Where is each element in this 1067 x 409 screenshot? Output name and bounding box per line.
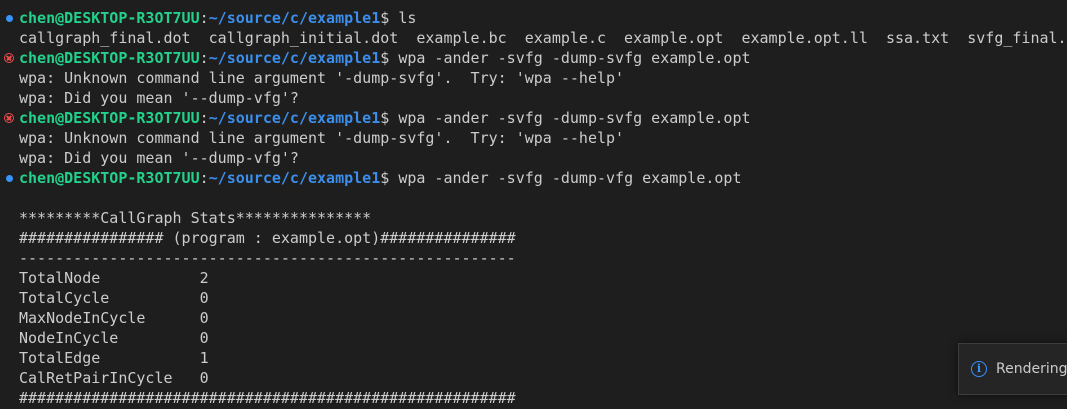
prompt-symbol: $ <box>380 109 399 127</box>
prompt-separator: : <box>199 49 209 67</box>
output-line: NodeInCycle 0 <box>19 329 209 347</box>
output-line: wpa: Unknown command line argument '-dum… <box>19 69 625 87</box>
error-circle-icon <box>4 113 14 123</box>
output-line: *********CallGraph Stats*************** <box>19 209 372 227</box>
prompt-line: chen@DESKTOP-R3OT7UU:~/source/c/example1… <box>0 168 1067 188</box>
output-line: TotalNode 2 <box>19 269 209 287</box>
output-line: wpa: Did you mean '--dump-vfg'? <box>19 89 299 107</box>
terminal-output[interactable]: chen@DESKTOP-R3OT7UU:~/source/c/example1… <box>0 8 1067 408</box>
command-failed-decoration[interactable] <box>3 108 15 128</box>
prompt-separator: : <box>199 9 209 27</box>
prompt-line: chen@DESKTOP-R3OT7UU:~/source/c/example1… <box>0 8 1067 28</box>
prompt-symbol: $ <box>380 169 399 187</box>
prompt-separator: : <box>199 169 209 187</box>
command-success-decoration[interactable] <box>3 8 15 28</box>
prompt-separator: : <box>199 109 209 127</box>
output-line: CalRetPairInCycle 0 <box>19 369 209 387</box>
info-icon: i <box>971 361 987 377</box>
error-circle-icon <box>4 53 14 63</box>
notification-text: Rendering <box>996 361 1067 377</box>
prompt-user-host: chen@DESKTOP-R3OT7UU <box>19 169 200 187</box>
command-text: wpa -ander -svfg -dump-svfg example.opt <box>398 109 751 127</box>
rendering-notification[interactable]: i Rendering <box>958 343 1067 395</box>
output-line: ########################################… <box>19 389 516 407</box>
prompt-path: ~/source/c/example1 <box>208 169 381 187</box>
dot-icon <box>5 174 13 182</box>
prompt-user-host: chen@DESKTOP-R3OT7UU <box>19 49 200 67</box>
output-line: callgraph_final.dot callgraph_initial.do… <box>19 29 1067 47</box>
command-text: ls <box>398 9 417 27</box>
prompt-path: ~/source/c/example1 <box>208 9 381 27</box>
output-line: TotalEdge 1 <box>19 349 209 367</box>
output-line: ################ (program : example.opt)… <box>19 229 516 247</box>
output-line: TotalCycle 0 <box>19 289 209 307</box>
command-success-decoration[interactable] <box>3 168 15 188</box>
output-line: wpa: Did you mean '--dump-vfg'? <box>19 149 299 167</box>
prompt-line: chen@DESKTOP-R3OT7UU:~/source/c/example1… <box>0 108 1067 128</box>
command-text: wpa -ander -svfg -dump-svfg example.opt <box>398 49 751 67</box>
prompt-symbol: $ <box>380 9 399 27</box>
prompt-line: chen@DESKTOP-R3OT7UU:~/source/c/example1… <box>0 48 1067 68</box>
output-line: wpa: Unknown command line argument '-dum… <box>19 129 625 147</box>
prompt-path: ~/source/c/example1 <box>208 49 381 67</box>
command-text: wpa -ander -svfg -dump-vfg example.opt <box>398 169 742 187</box>
output-line: ----------------------------------------… <box>19 249 516 267</box>
prompt-user-host: chen@DESKTOP-R3OT7UU <box>19 109 200 127</box>
prompt-symbol: $ <box>380 49 399 67</box>
output-line: MaxNodeInCycle 0 <box>19 309 209 327</box>
command-failed-decoration[interactable] <box>3 48 15 68</box>
dot-icon <box>5 14 13 22</box>
prompt-path: ~/source/c/example1 <box>208 109 381 127</box>
prompt-user-host: chen@DESKTOP-R3OT7UU <box>19 9 200 27</box>
terminal-panel[interactable]: chen@DESKTOP-R3OT7UU:~/source/c/example1… <box>0 0 1067 409</box>
